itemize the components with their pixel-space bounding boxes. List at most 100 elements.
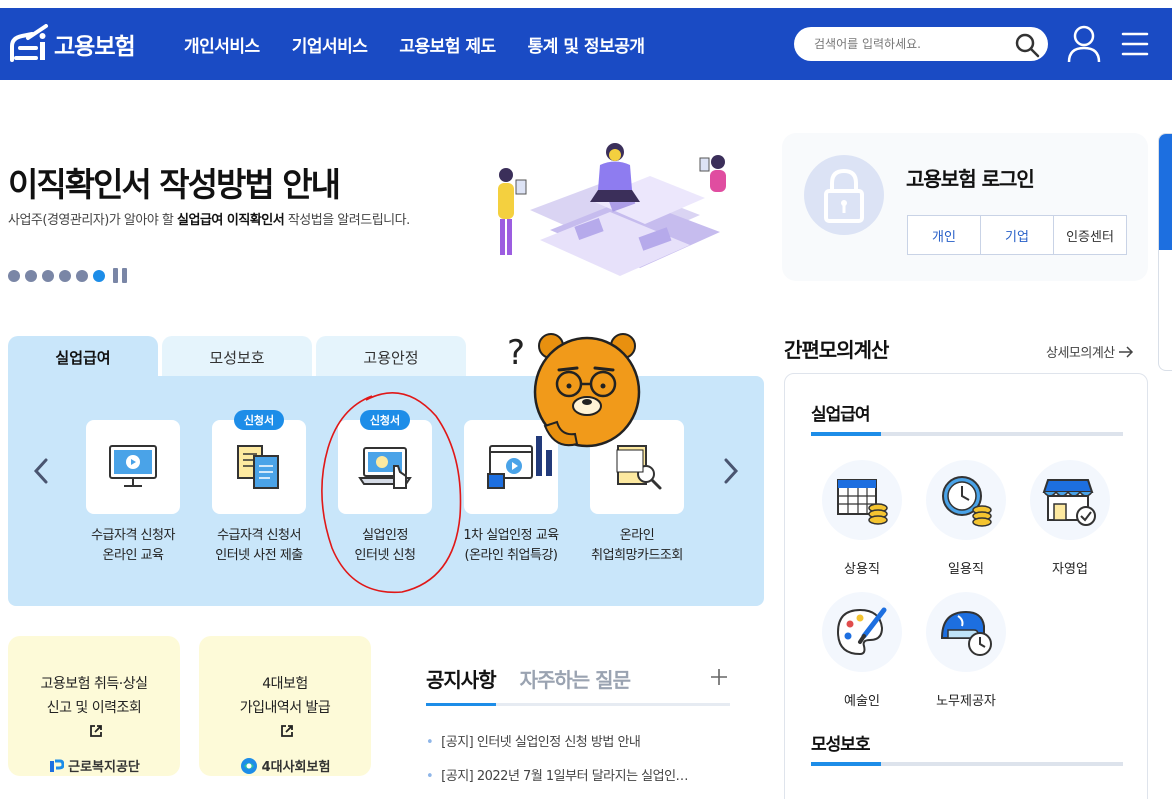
nav-personal-services[interactable]: 개인서비스	[184, 32, 260, 57]
banner-subtitle: 사업주(경영관리자)가 알아야 할 실업급여 이직확인서 작성법을 알려드립니다…	[8, 209, 410, 228]
slide-dot[interactable]	[76, 269, 88, 282]
tab-unemployment-benefit[interactable]: 실업급여	[8, 336, 158, 378]
notice-item[interactable]: [공지] 2022년 7월 1일부터 달라지는 실업인…	[426, 760, 730, 794]
calc-detail-link[interactable]: 상세모의계산	[1046, 342, 1134, 361]
clock-coins-icon	[942, 476, 992, 527]
svg-text:?: ?	[507, 333, 525, 373]
chevron-right-icon[interactable]	[720, 456, 742, 486]
plus-icon[interactable]	[710, 668, 728, 686]
login-card: 고용보험 로그인 개인 기업 인증센터	[782, 133, 1148, 281]
search-box	[794, 27, 1048, 61]
service-tabs: 실업급여 모성보호 고용안정	[8, 336, 470, 378]
calc-section-title: 모성보호	[811, 735, 871, 755]
logo-mark-icon	[10, 24, 48, 62]
service-pre-submission[interactable]: 신청서 수급자격 신청서인터넷 사전 제출	[196, 410, 322, 566]
notice-item[interactable]: [공지] 인터넷 실업인정 신청 방법 안내	[426, 726, 730, 760]
calendar-coins-icon	[837, 479, 888, 525]
quick-menu-strip[interactable]	[1158, 133, 1172, 371]
nav-business-services[interactable]: 기업서비스	[292, 32, 368, 57]
calc-item-label: 일용직	[948, 562, 984, 577]
user-icon[interactable]	[1066, 24, 1102, 64]
slide-dot[interactable]	[42, 269, 54, 282]
site-logo[interactable]: 고용보험	[8, 22, 136, 66]
calc-item-label: 자영업	[1052, 562, 1088, 577]
kcomwel-logo-icon	[50, 759, 65, 772]
calc-title: 간편모의계산	[784, 338, 889, 362]
tab-employment-stability[interactable]: 고용안정	[316, 336, 466, 378]
login-cert-center-button[interactable]: 인증센터	[1054, 216, 1126, 254]
service-online-education[interactable]: 수급자격 신청자온라인 교육	[70, 420, 196, 566]
calc-item-label: 예술인	[844, 694, 880, 709]
login-personal-button[interactable]: 개인	[908, 216, 981, 254]
calc-section-title: 실업급여	[811, 405, 871, 425]
ext-card-line: 가입내역서 발급	[239, 700, 331, 716]
monitor-play-icon	[109, 445, 157, 487]
section-divider	[811, 762, 1123, 766]
four-insurance-logo-icon	[240, 757, 257, 774]
ext-card-acquisition-report[interactable]: 고용보험 취득·상실 신고 및 이력조회 근로복지공단	[8, 636, 180, 776]
banner-title[interactable]: 이직확인서 작성방법 안내	[8, 158, 341, 206]
calc-item-daily[interactable]: 일용직	[916, 460, 1016, 577]
banner-subtitle-pre: 사업주(경영관리자)가 알아야 할	[8, 213, 178, 228]
external-link-icon	[281, 725, 293, 737]
section-divider	[811, 432, 1123, 436]
service-icon-box: 신청서	[212, 410, 306, 514]
red-annotation-circle	[321, 392, 462, 594]
calc-item-self-employed[interactable]: 자영업	[1020, 460, 1120, 577]
service-label-line: 취업희망카드조회	[591, 548, 683, 563]
logo-text: 고용보험	[54, 34, 136, 60]
nav-insurance-system[interactable]: 고용보험 제도	[399, 32, 496, 57]
arrow-right-icon	[1119, 346, 1134, 358]
tab-notices[interactable]: 공지사항	[426, 664, 497, 706]
top-header: 고용보험 개인서비스 기업서비스 고용보험 제도 통계 및 정보공개	[0, 8, 1172, 80]
calc-item-label: 상용직	[844, 562, 880, 577]
service-label-line: 온라인 교육	[102, 548, 164, 563]
application-badge: 신청서	[234, 410, 284, 430]
tab-faq[interactable]: 자주하는 질문	[520, 664, 631, 703]
banner-pagination	[8, 268, 131, 283]
calc-card: 실업급여 상용직 일용직 자영업 예술인 노무제공자 모성보호	[784, 373, 1148, 799]
external-link-icon	[90, 725, 102, 737]
page: 고용보험 개인서비스 기업서비스 고용보험 제도 통계 및 정보공개 이직확인서…	[0, 0, 1172, 799]
ext-card-org: 근로복지공단	[68, 760, 140, 775]
banner-subtitle-bold: 실업급여 이직확인서	[177, 213, 285, 228]
calc-item-labor-provider[interactable]: 노무제공자	[916, 592, 1016, 709]
banner-subtitle-post: 작성법을 알려드립니다.	[284, 213, 410, 228]
calc-item-label: 노무제공자	[936, 694, 996, 709]
service-label-line: 수급자격 신청서	[217, 528, 301, 543]
slide-dot[interactable]	[25, 269, 37, 282]
login-business-button[interactable]: 기업	[981, 216, 1054, 254]
calc-detail-label: 상세모의계산	[1046, 346, 1115, 361]
service-label-line: 인터넷 사전 제출	[215, 548, 303, 563]
main-nav: 개인서비스 기업서비스 고용보험 제도 통계 및 정보공개	[184, 8, 677, 80]
hamburger-menu-icon[interactable]	[1120, 28, 1150, 60]
pause-icon[interactable]	[113, 268, 131, 283]
lock-icon	[804, 155, 884, 235]
slide-dot-active[interactable]	[93, 269, 105, 282]
slide-dot[interactable]	[59, 269, 71, 282]
slide-dot[interactable]	[8, 269, 20, 282]
calc-item-artist[interactable]: 예술인	[812, 592, 912, 709]
calc-item-regular[interactable]: 상용직	[812, 460, 912, 577]
ryan-character-sticker: ?	[507, 333, 644, 476]
ext-card-org: 4대사회보험	[261, 760, 331, 775]
search-icon[interactable]	[1014, 32, 1040, 58]
ext-card-line: 고용보험 취득·상실	[40, 676, 148, 692]
ext-card-insurance-certificate[interactable]: 4대보험 가입내역서 발급 4대사회보험	[199, 636, 371, 776]
ext-card-line: 신고 및 이력조회	[46, 700, 142, 716]
login-title: 고용보험 로그인	[906, 167, 1035, 191]
nav-statistics[interactable]: 통계 및 정보공개	[528, 32, 645, 57]
login-button-group: 개인 기업 인증센터	[907, 215, 1127, 255]
notice-board: 공지사항 자주하는 질문 [공지] 인터넷 실업인정 신청 방법 안내 [공지]…	[426, 664, 730, 794]
service-label-line: 온라인	[619, 528, 655, 543]
chevron-left-icon[interactable]	[30, 456, 52, 486]
palette-brush-icon	[836, 607, 887, 656]
tab-maternity-protection[interactable]: 모성보호	[162, 336, 312, 378]
service-label-line: 수급자격 신청자	[91, 528, 175, 543]
documents-icon	[237, 445, 279, 489]
ext-card-line: 4대보험	[262, 676, 308, 692]
banner-illustration	[498, 143, 726, 276]
helmet-clock-icon	[940, 610, 992, 656]
search-input[interactable]	[814, 34, 1004, 54]
store-check-icon	[1042, 479, 1096, 526]
